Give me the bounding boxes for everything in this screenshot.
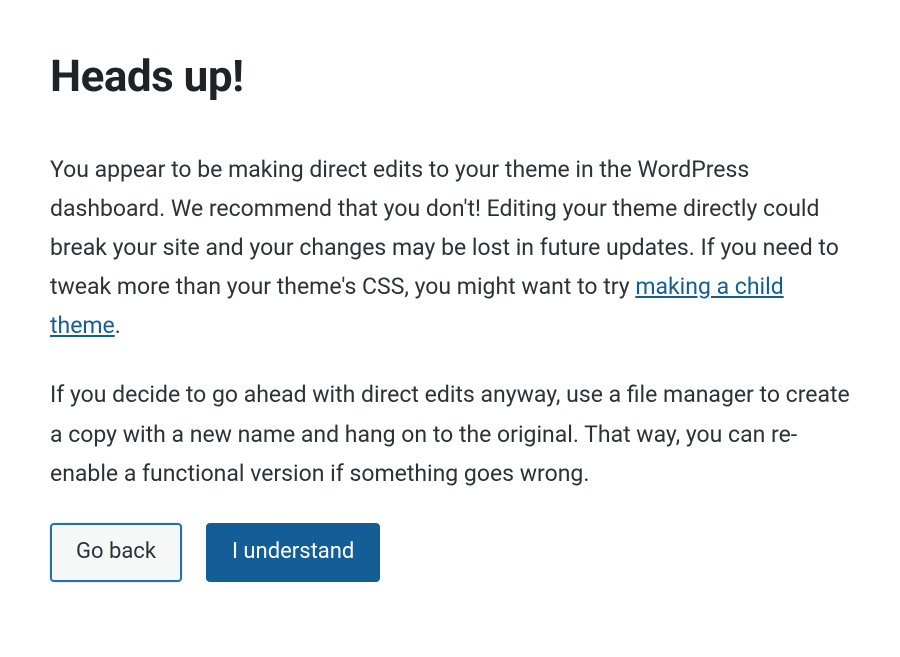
warning-dialog: Heads up! You appear to be making direct… xyxy=(50,50,850,582)
dialog-paragraph-1: You appear to be making direct edits to … xyxy=(50,150,850,345)
dialog-button-row: Go back I understand xyxy=(50,523,850,582)
dialog-heading: Heads up! xyxy=(50,50,850,102)
paragraph-1-text-after: . xyxy=(115,312,121,339)
i-understand-button[interactable]: I understand xyxy=(206,523,380,582)
go-back-button[interactable]: Go back xyxy=(50,523,182,582)
dialog-paragraph-2: If you decide to go ahead with direct ed… xyxy=(50,375,850,492)
